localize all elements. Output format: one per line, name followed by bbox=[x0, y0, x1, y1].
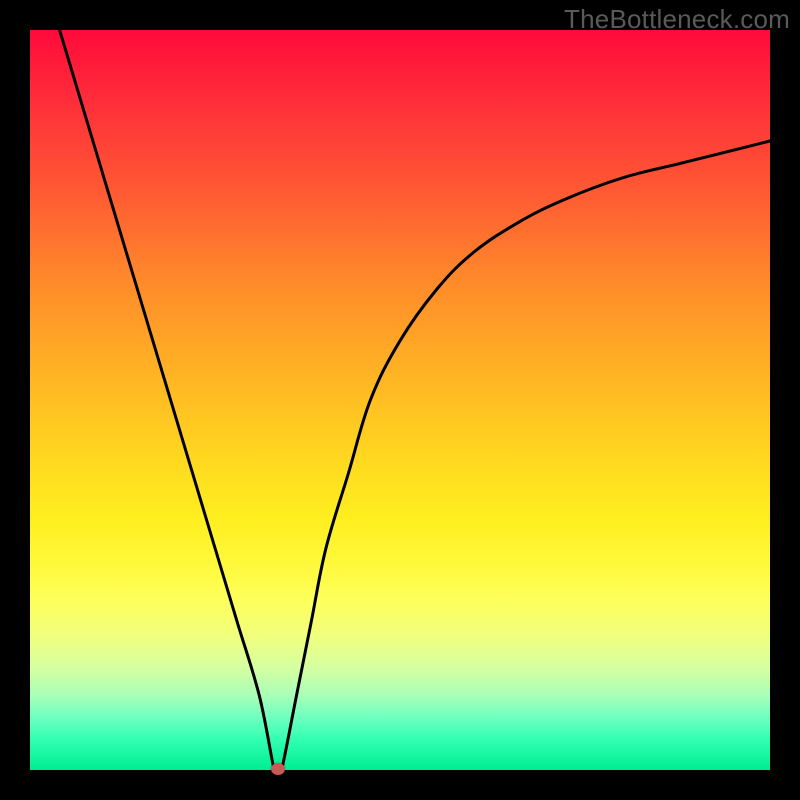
bottleneck-curve bbox=[30, 30, 770, 770]
curve-path bbox=[60, 30, 770, 770]
plot-area bbox=[30, 30, 770, 770]
chart-frame: TheBottleneck.com bbox=[0, 0, 800, 800]
watermark-text: TheBottleneck.com bbox=[564, 4, 790, 35]
minimum-marker bbox=[271, 763, 285, 775]
